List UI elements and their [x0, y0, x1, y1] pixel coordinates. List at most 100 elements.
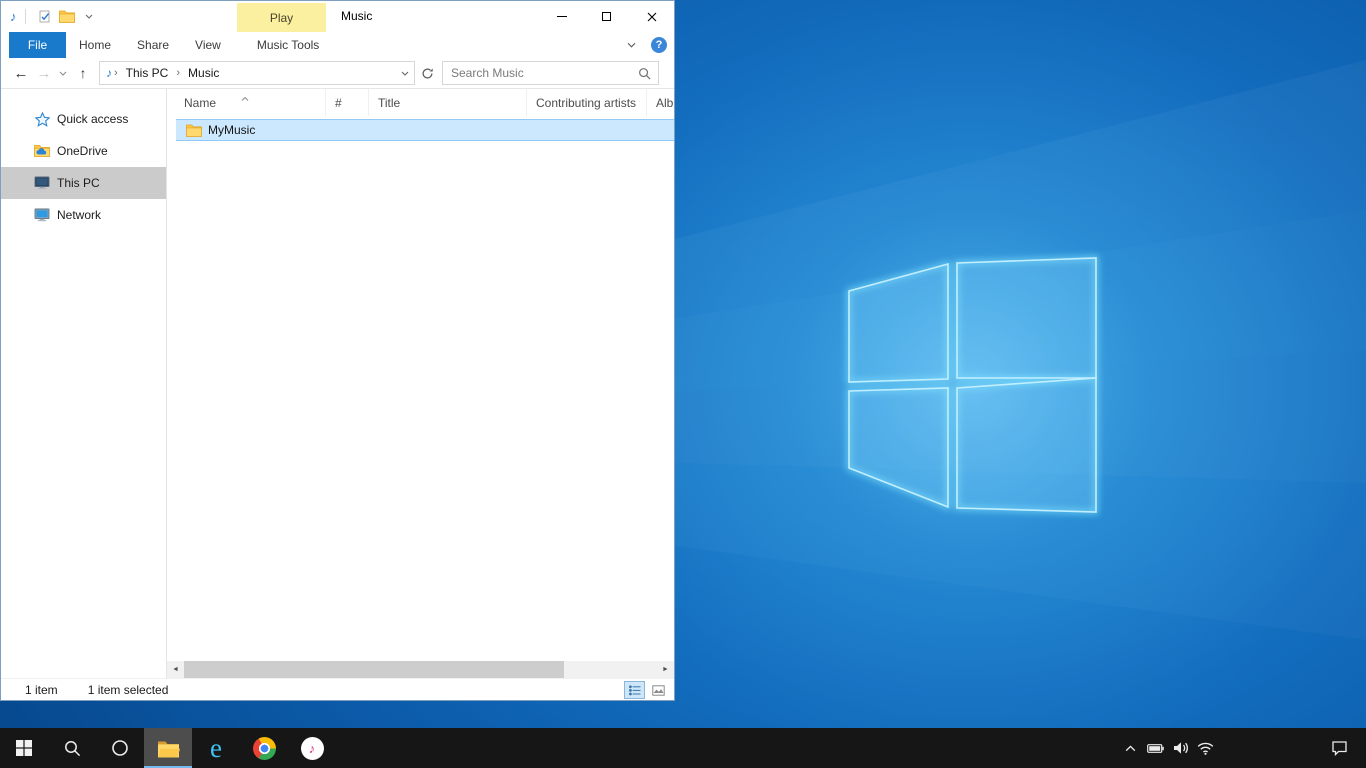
qat-customize-button[interactable]	[78, 4, 100, 30]
contextual-tab-play[interactable]: Play	[237, 3, 326, 32]
sidebar-item-label: Quick access	[57, 112, 128, 126]
maximize-button[interactable]	[584, 1, 629, 32]
cortana-button[interactable]	[96, 728, 144, 768]
taskbar-file-explorer-button[interactable]	[144, 728, 192, 768]
file-list-pane: Name # Title Contributing artists Alb	[167, 89, 674, 678]
qat-new-folder-button[interactable]	[56, 4, 78, 30]
selection-count: 1 item selected	[88, 683, 169, 697]
file-list[interactable]: MyMusic	[167, 116, 674, 661]
taskbar-music-player-button[interactable]: ♪	[288, 728, 336, 768]
scroll-right-button[interactable]: ►	[657, 661, 674, 678]
minimize-button[interactable]	[539, 1, 584, 32]
file-name: MyMusic	[208, 123, 255, 137]
file-explorer-window: ♪ Play Music	[0, 0, 675, 701]
horizontal-scrollbar[interactable]: ◄ ►	[167, 661, 674, 678]
sidebar-item-this-pc[interactable]: This PC	[1, 167, 166, 199]
details-view-button[interactable]	[624, 681, 645, 699]
search-input[interactable]	[443, 66, 636, 80]
scrollbar-track[interactable]	[184, 661, 657, 678]
tab-file[interactable]: File	[9, 32, 66, 58]
column-header-contributing-artists[interactable]: Contributing artists	[527, 89, 647, 116]
item-count: 1 item	[25, 683, 58, 697]
file-row-mymusic[interactable]: MyMusic	[176, 119, 674, 141]
tab-share[interactable]: Share	[124, 32, 182, 58]
recent-locations-button[interactable]	[55, 60, 70, 86]
tab-home[interactable]: Home	[66, 32, 124, 58]
ribbon-tabs: File Home Share View Music Tools ?	[1, 32, 674, 58]
column-header-name[interactable]: Name	[167, 89, 326, 116]
action-center-icon	[1331, 740, 1348, 756]
taskbar: e ♪	[0, 728, 1366, 768]
sidebar-item-network[interactable]: Network	[1, 199, 166, 231]
battery-icon	[1147, 744, 1164, 753]
column-label: Title	[378, 96, 400, 110]
column-headers: Name # Title Contributing artists Alb	[167, 89, 674, 116]
chrome-icon	[253, 737, 276, 760]
column-label: Alb	[656, 96, 673, 110]
close-button[interactable]	[629, 1, 674, 32]
breadcrumb-separator-icon[interactable]: ›	[112, 67, 120, 79]
address-bar[interactable]: ♪ › This PC › Music	[99, 61, 415, 85]
system-tray	[1118, 728, 1366, 768]
sidebar-item-label: This PC	[57, 176, 100, 190]
wifi-icon	[1197, 742, 1214, 755]
scrollbar-thumb[interactable]	[184, 661, 564, 678]
action-center-button[interactable]	[1324, 728, 1354, 768]
column-header-title[interactable]: Title	[369, 89, 527, 116]
tab-view[interactable]: View	[182, 32, 234, 58]
column-label: Name	[184, 96, 216, 110]
large-icons-view-button[interactable]	[648, 681, 669, 699]
taskbar-search-button[interactable]	[48, 728, 96, 768]
sidebar-item-quick-access[interactable]: Quick access	[1, 103, 166, 135]
qat-properties-button[interactable]	[34, 4, 56, 30]
search-box[interactable]	[442, 61, 659, 85]
breadcrumb-separator-icon[interactable]: ›	[174, 67, 182, 79]
close-icon	[647, 12, 657, 22]
maximize-icon	[602, 12, 611, 21]
start-button[interactable]	[0, 728, 48, 768]
breadcrumb-music[interactable]: Music	[182, 66, 225, 80]
refresh-button[interactable]	[417, 61, 437, 85]
sidebar-item-onedrive[interactable]: OneDrive	[1, 135, 166, 167]
network-status-button[interactable]	[1193, 728, 1218, 768]
search-icon	[64, 740, 81, 757]
titlebar[interactable]: ♪ Play Music	[1, 1, 674, 32]
forward-button[interactable]: →	[33, 60, 55, 86]
file-explorer-icon	[157, 739, 180, 758]
view-toggles	[624, 681, 669, 699]
tray-expand-button[interactable]	[1118, 728, 1143, 768]
volume-button[interactable]	[1168, 728, 1193, 768]
column-header-album[interactable]: Alb	[647, 89, 674, 116]
up-button[interactable]: ↑	[70, 60, 96, 86]
star-icon	[34, 111, 50, 127]
column-label: Contributing artists	[536, 96, 636, 110]
taskbar-internet-explorer-button[interactable]: e	[192, 728, 240, 768]
sidebar-item-label: OneDrive	[57, 144, 108, 158]
taskbar-chrome-button[interactable]	[240, 728, 288, 768]
breadcrumb-this-pc[interactable]: This PC	[120, 66, 175, 80]
computer-icon	[34, 175, 50, 191]
sidebar-item-label: Network	[57, 208, 101, 222]
ribbon-expand-button[interactable]	[620, 32, 642, 58]
titlebar-divider	[25, 9, 26, 24]
window-title: Music	[341, 1, 372, 32]
back-button[interactable]: ←	[9, 60, 33, 86]
onedrive-icon	[34, 143, 50, 159]
chevron-down-icon	[401, 71, 409, 76]
battery-status-button[interactable]	[1143, 728, 1168, 768]
details-view-icon	[629, 685, 641, 696]
column-label: #	[335, 96, 342, 110]
folder-icon	[186, 124, 202, 137]
column-header-number[interactable]: #	[326, 89, 369, 116]
help-button[interactable]: ?	[651, 37, 667, 53]
chevron-down-icon	[59, 71, 67, 76]
chevron-down-icon	[627, 42, 636, 48]
folder-icon	[59, 10, 75, 23]
tab-music-tools[interactable]: Music Tools	[244, 32, 332, 58]
search-icon[interactable]	[638, 67, 651, 80]
volume-icon	[1173, 741, 1189, 755]
music-player-icon: ♪	[301, 737, 324, 760]
scroll-left-button[interactable]: ◄	[167, 661, 184, 678]
chevron-down-icon	[85, 14, 93, 19]
address-dropdown-button[interactable]	[396, 62, 414, 84]
